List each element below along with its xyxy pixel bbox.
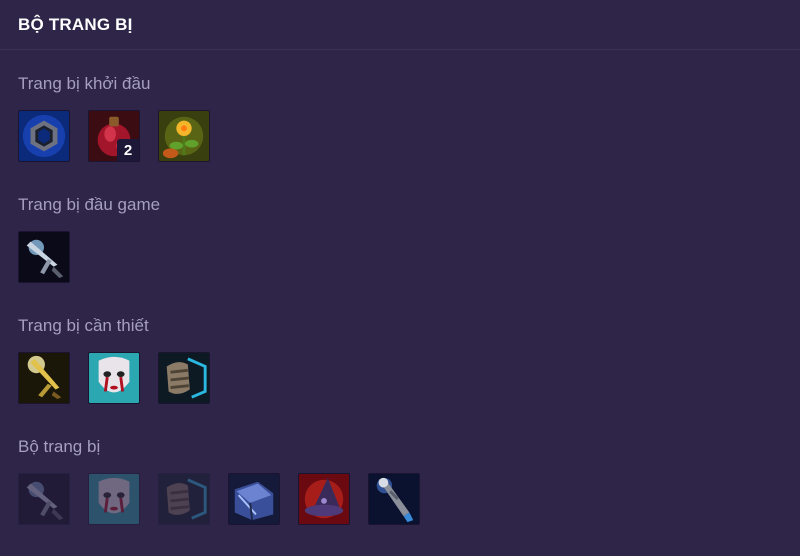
section-title: Trang bị khởi đầu <box>18 74 151 93</box>
item-count-badge: 2 <box>117 139 139 161</box>
flower-icon <box>159 111 209 161</box>
item-slot[interactable] <box>158 110 210 162</box>
item-list <box>18 473 420 525</box>
blade-icon <box>19 232 69 282</box>
item-build-panel: BỘ TRANG BỊ Trang bị khởi đầu 2 Trang bị… <box>0 0 800 556</box>
section-core-items: Trang bị cần thiết <box>18 315 210 404</box>
boots-icon <box>159 474 209 524</box>
mask-icon <box>89 353 139 403</box>
panel-header: BỘ TRANG BỊ <box>0 0 800 50</box>
panel-title: BỘ TRANG BỊ <box>18 14 133 34</box>
item-slot[interactable] <box>158 473 210 525</box>
item-slot[interactable]: 2 <box>88 110 140 162</box>
blade-icon <box>19 474 69 524</box>
item-list: 2 <box>18 110 210 162</box>
section-title: Trang bị cần thiết <box>18 316 149 335</box>
hat-icon <box>299 474 349 524</box>
section-title: Trang bị đầu game <box>18 195 161 214</box>
section-early-items: Trang bị đầu game <box>18 194 161 283</box>
item-slot[interactable] <box>368 473 420 525</box>
item-slot[interactable] <box>18 231 70 283</box>
section-full-build: Bộ trang bị <box>18 436 420 525</box>
item-slot[interactable] <box>18 352 70 404</box>
item-slot[interactable] <box>158 352 210 404</box>
item-list <box>18 352 210 404</box>
section-title: Bộ trang bị <box>18 437 101 456</box>
item-list <box>18 231 70 283</box>
item-slot[interactable] <box>88 473 140 525</box>
boots-icon <box>159 353 209 403</box>
golden-sword-icon <box>19 353 69 403</box>
mask-icon <box>89 474 139 524</box>
item-slot[interactable] <box>88 352 140 404</box>
item-slot[interactable] <box>18 473 70 525</box>
item-slot[interactable] <box>298 473 350 525</box>
item-slot[interactable] <box>18 110 70 162</box>
book-icon <box>229 474 279 524</box>
item-slot[interactable] <box>228 473 280 525</box>
staff-icon <box>369 474 419 524</box>
section-starting-items: Trang bị khởi đầu 2 <box>18 73 210 162</box>
ring-icon <box>19 111 69 161</box>
